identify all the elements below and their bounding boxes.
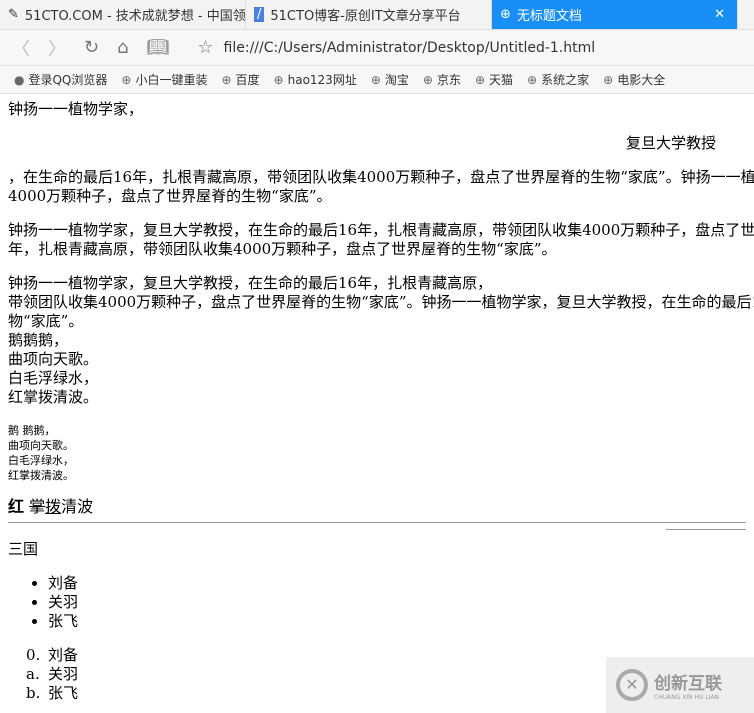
tab-bar: ✎ 51CTO.COM - 技术成就梦想 - 中国领 /51CTO博客-原创IT文… xyxy=(0,0,754,30)
bookmark[interactable]: ⊕ 淘宝 xyxy=(371,71,409,88)
globe-icon: ⊕ xyxy=(500,7,511,22)
bookmark[interactable]: ⊕ 小白一键重装 xyxy=(121,71,207,88)
user-icon: ● xyxy=(14,73,25,87)
right-aligned-text: 复旦大学教授 xyxy=(625,134,716,152)
globe-icon: ⊕ xyxy=(603,73,614,87)
paragraph: ，在生命的最后16年，扎根青藏高原，带领团队收集4000万颗种子，盘点了世界屋脊… xyxy=(8,168,754,205)
bookmark[interactable]: ⊕ 系统之家 xyxy=(527,71,589,88)
reload-icon[interactable]: ↻ xyxy=(84,37,99,58)
unordered-list: 刘备 关羽 张飞 xyxy=(8,574,746,631)
text-line: 钟扬一一植物学家， xyxy=(8,100,144,118)
tab-51cto[interactable]: ✎ 51CTO.COM - 技术成就梦想 - 中国领 xyxy=(0,0,246,29)
globe-icon: ⊕ xyxy=(221,73,232,87)
back-icon[interactable]: 〈 xyxy=(12,35,30,61)
reader-icon[interactable]: 📖︎ xyxy=(147,37,170,58)
preformatted-poem: 鹅 鹅鹅， 曲项向天歌。 白毛浮绿水， 红掌拨清波。 xyxy=(8,424,74,482)
globe-icon: ⊕ xyxy=(422,73,433,87)
star-icon[interactable]: ☆ xyxy=(197,37,213,58)
tab-untitled[interactable]: ⊕ 无标题文档 ✕ xyxy=(492,0,738,29)
address-bar[interactable]: ☆ file:///C:/Users/Administrator/Desktop/… xyxy=(197,37,595,58)
bookmarks-bar: ● 登录QQ浏览器 ⊕ 小白一键重装 ⊕ 百度 ⊕ hao123网址 ⊕ 淘宝 ⊕ 京东 ⊕… xyxy=(0,66,754,94)
paragraph: 钟扬一一植物学家，复旦大学教授，在生命的最后16年，扎根青藏高原，带领团队收集4… xyxy=(8,221,754,258)
bookmark[interactable]: ⊕ 天猫 xyxy=(475,71,513,88)
bookmark[interactable]: ⊕ hao123网址 xyxy=(274,71,357,88)
globe-icon: ⊕ xyxy=(527,73,538,87)
logo-icon: ✕ xyxy=(616,669,648,701)
divider-short xyxy=(666,529,746,530)
globe-icon: ⊕ xyxy=(121,73,132,87)
close-icon[interactable]: ✕ xyxy=(714,7,725,22)
tool-icon: ✎ xyxy=(8,7,19,22)
blog-icon: / xyxy=(254,7,265,22)
tab-51cto-blog[interactable]: /51CTO博客-原创IT文章分享平台 xyxy=(246,0,492,29)
list-item: 刘备 xyxy=(48,574,746,593)
nav-bar: 〈 〉 ↻ ⌂ 📖︎ ☆ file:///C:/Users/Administrat… xyxy=(0,30,754,66)
list-item: 关羽 xyxy=(48,593,746,612)
globe-icon: ⊕ xyxy=(273,73,284,87)
bookmark[interactable]: ⊕ 电影大全 xyxy=(603,71,665,88)
bookmark[interactable]: ⊕ 京东 xyxy=(423,71,461,88)
divider xyxy=(8,522,746,523)
page-content: 钟扬一一植物学家， 复旦大学教授 ，在生命的最后16年，扎根青藏高原，带领团队收… xyxy=(0,94,754,713)
bookmark[interactable]: ⊕ 百度 xyxy=(221,71,259,88)
home-icon[interactable]: ⌂ xyxy=(117,37,128,58)
globe-icon: ⊕ xyxy=(370,73,381,87)
watermark: ✕ 创新互联 CHUANG XIN HU LIAN xyxy=(606,657,754,713)
styled-text: 红 掌拨清波 xyxy=(8,497,94,516)
globe-icon: ⊕ xyxy=(474,73,486,87)
forward-icon[interactable]: 〉 xyxy=(48,35,66,61)
bookmark-login[interactable]: ● 登录QQ浏览器 xyxy=(14,71,107,88)
heading-sanguo: 三国 xyxy=(8,540,39,558)
paragraph: 钟扬一一植物学家，复旦大学教授，在生命的最后16年，扎根青藏高原，带领团队收集4… xyxy=(8,274,754,406)
list-item: 张飞 xyxy=(48,612,746,631)
